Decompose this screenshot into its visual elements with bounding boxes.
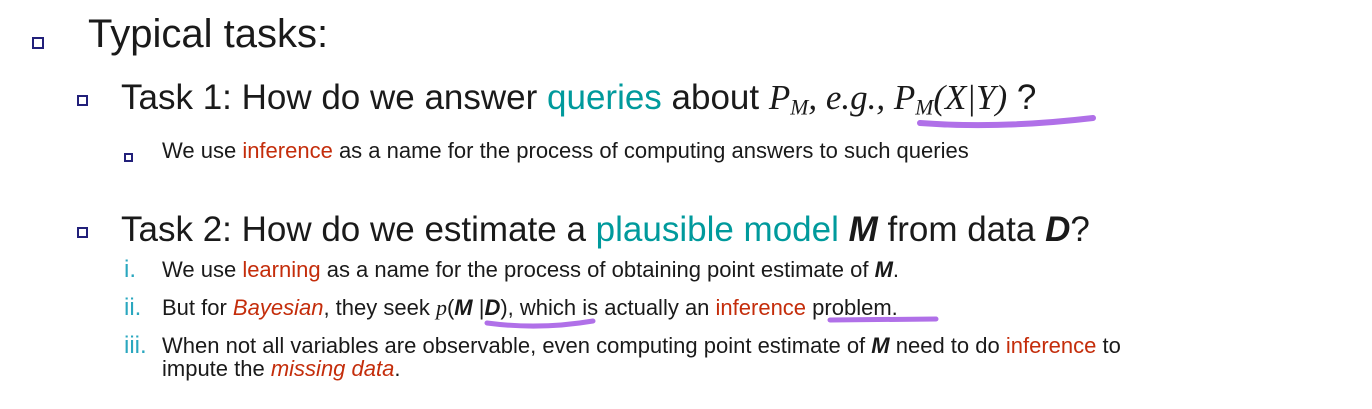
bullet-square-icon: [124, 153, 133, 162]
task1-prefix: Task 1: How do we answer: [121, 78, 548, 117]
task1-inference-line: We use inference as a name for the proce…: [162, 138, 969, 163]
task1-line: Task 1: How do we answer queries about P…: [121, 78, 1036, 120]
bayesian-highlight: Bayesian: [232, 295, 324, 320]
task1-middle: about: [661, 78, 769, 117]
heading-typical-tasks: Typical tasks:: [88, 12, 328, 57]
task1-suffix: ?: [1007, 78, 1037, 117]
task1-pm: PM: [768, 78, 809, 120]
item-observable-line-2: impute the missing data.: [162, 356, 401, 381]
task2-line: Task 2: How do we estimate a plausible m…: [121, 210, 1090, 249]
inference-highlight: inference: [715, 295, 807, 320]
pen-underline-p-m-d: [484, 318, 596, 329]
task1-queries-highlight: queries: [547, 78, 662, 117]
item-learning-line: We use learning as a name for the proces…: [162, 257, 900, 282]
task1-pm-xy: PM(X|Y): [893, 78, 1008, 120]
numeral-i: i.: [124, 256, 136, 283]
inference-highlight: inference: [1005, 333, 1097, 358]
item-bayesian-line: But for Bayesian, they seek p(M |D), whi…: [162, 295, 898, 320]
bullet-square-icon: [32, 37, 44, 49]
data-d-symbol: D: [1045, 210, 1071, 249]
plausible-model-highlight: plausible model: [595, 210, 839, 249]
inference-highlight: inference: [242, 138, 333, 163]
heading-text: Typical tasks:: [88, 12, 329, 56]
numeral-ii: ii.: [124, 294, 142, 321]
model-m-symbol: M: [848, 210, 878, 249]
bullet-square-icon: [77, 95, 88, 106]
numeral-iii: iii.: [124, 332, 147, 359]
task1-eg: , e.g.,: [808, 78, 894, 117]
missing-data-highlight: missing data: [270, 356, 395, 381]
bullet-square-icon: [77, 227, 88, 238]
learning-highlight: learning: [242, 257, 321, 282]
